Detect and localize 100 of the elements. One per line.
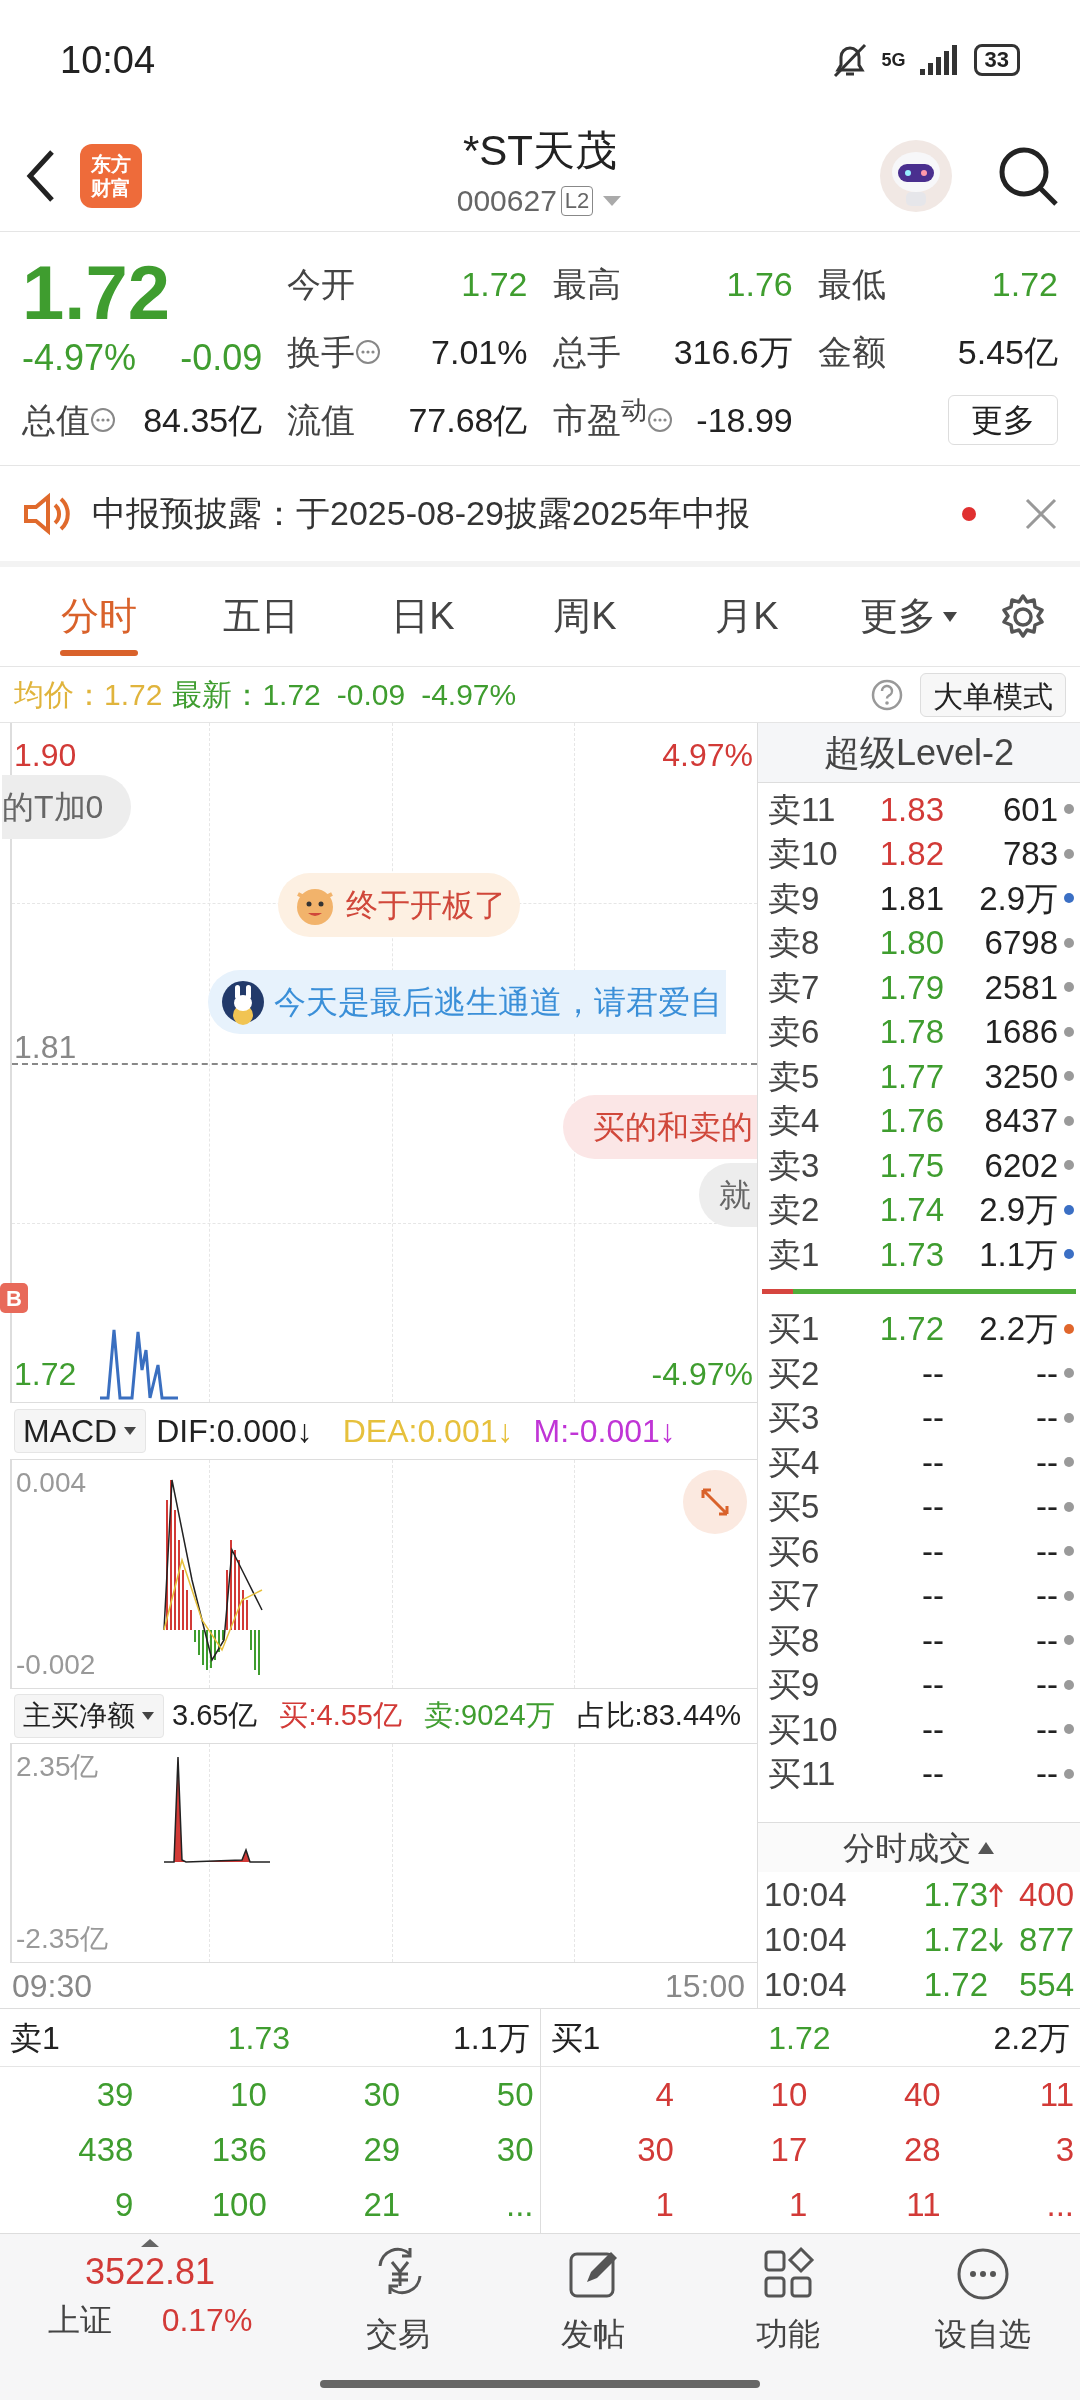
stat-label: 最高 bbox=[552, 263, 621, 305]
app-logo: 东方 财富 bbox=[80, 143, 142, 208]
level-badge: L2 bbox=[560, 185, 594, 216]
order-size: 29 bbox=[362, 2129, 401, 2170]
level-label: 卖9 bbox=[768, 878, 821, 919]
nav-item[interactable]: 发帖 bbox=[495, 2238, 690, 2400]
trade-price: 1.72 bbox=[923, 1964, 988, 2005]
order-book-title: 超级Level-2 bbox=[758, 723, 1080, 783]
order-size: 11 bbox=[905, 2184, 941, 2225]
level-price: 1.79 bbox=[878, 967, 944, 1008]
axis-percent-high: 4.97% bbox=[662, 736, 753, 775]
caret-down-icon[interactable] bbox=[942, 610, 958, 623]
chart-tab[interactable]: 周K bbox=[504, 567, 666, 666]
level-price: 1.82 bbox=[878, 834, 944, 874]
level-volume: 1686 bbox=[983, 1012, 1058, 1052]
level-label: 买9 bbox=[768, 1665, 821, 1705]
level-volume: 783 bbox=[1001, 834, 1058, 874]
close-icon[interactable] bbox=[1024, 496, 1058, 531]
order-size: 9 bbox=[114, 2184, 134, 2225]
axis-label: -0.002 bbox=[16, 1648, 96, 1682]
level-label: 卖2 bbox=[768, 1190, 821, 1230]
stat-label: 总手 bbox=[552, 331, 621, 373]
stat-label: 总值 bbox=[22, 399, 90, 441]
latest-change: -0.09 bbox=[336, 677, 406, 713]
level-volume: -- bbox=[1035, 1487, 1058, 1527]
queue-level-label: 买1 bbox=[550, 2018, 602, 2058]
indicator-selector[interactable]: MACD bbox=[14, 1409, 147, 1453]
comment-bubble[interactable]: 买的和卖的 bbox=[563, 1095, 757, 1159]
level-price: -- bbox=[921, 1398, 944, 1438]
stat-value: 1.76 bbox=[726, 263, 793, 305]
level-volume: -- bbox=[1035, 1353, 1058, 1394]
stat-value: 316.6万 bbox=[673, 331, 793, 373]
chart-tab[interactable]: 更多 bbox=[828, 567, 990, 666]
info-icon[interactable] bbox=[90, 407, 116, 433]
stat-value: -18.99 bbox=[696, 399, 793, 441]
caret-down-icon bbox=[141, 1711, 155, 1721]
level-label: 卖6 bbox=[768, 1012, 821, 1052]
notice-text[interactable]: 中报预披露：于2025-08-29披露2025年中报 bbox=[92, 488, 750, 539]
order-size: 1 bbox=[787, 2184, 808, 2225]
order-size: 21 bbox=[362, 2184, 401, 2225]
chart-tab[interactable]: 月K bbox=[666, 567, 828, 666]
robot-avatar-icon[interactable] bbox=[878, 137, 954, 214]
more-button[interactable]: 更多 bbox=[948, 395, 1058, 445]
info-icon[interactable] bbox=[355, 339, 382, 365]
stat-value: 5.45亿 bbox=[957, 331, 1058, 373]
queue-price: 1.72 bbox=[767, 2018, 831, 2058]
help-icon[interactable] bbox=[870, 677, 904, 712]
chart-tab[interactable]: 分时 bbox=[18, 567, 180, 666]
nav-item[interactable]: 设自选 bbox=[885, 2238, 1080, 2400]
nav-item[interactable]: 功能 bbox=[690, 2238, 885, 2400]
order-size: 30 bbox=[636, 2129, 674, 2170]
speaker-icon bbox=[22, 491, 72, 536]
caret-up-icon[interactable] bbox=[977, 1840, 995, 1855]
comment-bubble[interactable]: 的T加0 bbox=[2, 775, 132, 839]
order-size: ... bbox=[505, 2184, 534, 2225]
net-inflow-value: 3.65亿 bbox=[172, 1698, 258, 1734]
level-price: -- bbox=[921, 1665, 944, 1705]
indicator-selector[interactable]: 主买净额 bbox=[14, 1694, 164, 1738]
queue-volume: 2.2万 bbox=[992, 2018, 1070, 2058]
dropdown-caret-icon[interactable] bbox=[601, 193, 624, 208]
stat-label: 流值 bbox=[287, 399, 356, 441]
chart-tab[interactable]: 日K bbox=[342, 567, 504, 666]
index-change: 0.17% bbox=[161, 2301, 253, 2340]
index-value: 3522.81 bbox=[84, 2250, 216, 2294]
level-price: 1.78 bbox=[878, 1012, 944, 1052]
expand-icon[interactable] bbox=[683, 1470, 747, 1534]
order-size: ... bbox=[1045, 2184, 1074, 2225]
level-volume: -- bbox=[1035, 1576, 1058, 1616]
order-size: 28 bbox=[902, 2129, 941, 2170]
order-size: 11 bbox=[1038, 2074, 1074, 2115]
level-volume: -- bbox=[1035, 1442, 1058, 1483]
time-label: 09:30 bbox=[12, 1966, 93, 2006]
trade-time: 10:04 bbox=[764, 1874, 847, 1915]
caret-up-icon[interactable] bbox=[140, 2238, 160, 2248]
axis-label: -2.35亿 bbox=[16, 1922, 108, 1956]
trade-price: 1.73 bbox=[923, 1874, 988, 1915]
level-price: -- bbox=[921, 1487, 944, 1527]
trade-volume: 554 bbox=[1017, 1964, 1074, 2005]
arrow-down-icon bbox=[988, 1926, 1004, 1953]
stock-code: 000627 bbox=[456, 183, 557, 219]
stock-title: *ST天茂 bbox=[463, 126, 617, 176]
info-icon[interactable] bbox=[646, 407, 673, 433]
order-size: 4 bbox=[654, 2074, 674, 2115]
large-order-mode-button[interactable]: 大单模式 bbox=[920, 672, 1066, 717]
level-label: 卖4 bbox=[768, 1101, 821, 1141]
nav-item[interactable]: 交易 bbox=[300, 2238, 495, 2400]
macd-value: M:-0.001↓ bbox=[533, 1412, 676, 1451]
comment-bubble[interactable]: 就 bbox=[699, 1163, 757, 1227]
level-volume: 6798 bbox=[983, 923, 1058, 963]
queue-volume: 1.1万 bbox=[452, 2018, 530, 2058]
level-label: 卖3 bbox=[768, 1145, 821, 1186]
chart-tab[interactable]: 五日 bbox=[180, 567, 342, 666]
stat-value: 84.35亿 bbox=[143, 399, 263, 441]
level-volume: 1.1万 bbox=[978, 1234, 1058, 1275]
level-price: -- bbox=[921, 1353, 944, 1394]
comment-bubble[interactable]: 终于开板了 bbox=[278, 873, 520, 937]
trade-time: 10:04 bbox=[764, 1919, 847, 1960]
arrow-up-icon bbox=[988, 1881, 1004, 1908]
order-size: 39 bbox=[95, 2074, 134, 2115]
stat-label: 金额 bbox=[817, 331, 886, 373]
